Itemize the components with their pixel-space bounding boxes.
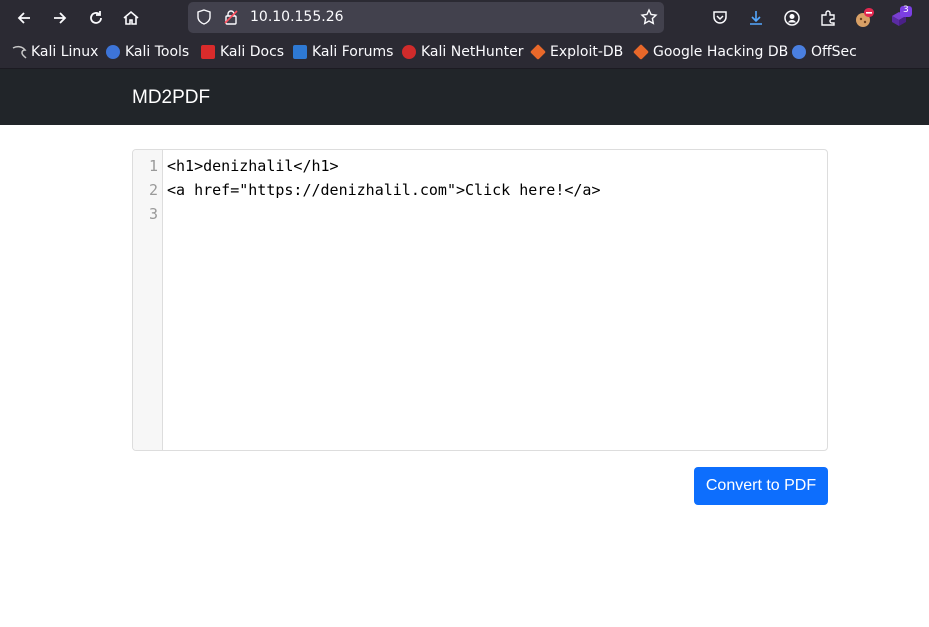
download-icon: [750, 11, 762, 25]
exploit-db-icon: [530, 44, 546, 60]
pocket-icon: [713, 11, 727, 24]
nethunter-icon: [402, 45, 416, 59]
line-number: 2: [148, 181, 158, 199]
url-bar[interactable]: 10.10.155.26: [188, 2, 664, 33]
kali-dragon-icon: [12, 45, 27, 59]
offsec-icon: [792, 45, 806, 59]
reload-button[interactable]: [83, 6, 109, 30]
bookmark-kali-docs[interactable]: Kali Docs: [201, 44, 284, 60]
downloads-button[interactable]: [744, 6, 768, 30]
kali-tools-icon: [106, 45, 120, 59]
cookie-extension-button[interactable]: [852, 6, 876, 30]
markdown-editor[interactable]: 1 2 3 <h1>denizhalil</h1> <a href="https…: [132, 149, 828, 451]
line-number: 3: [148, 205, 158, 223]
pocket-button[interactable]: [708, 6, 732, 30]
bookmark-offsec[interactable]: OffSec: [792, 44, 857, 60]
bookmarks-toolbar: Kali Linux Kali Tools Kali Docs Kali For…: [0, 36, 929, 69]
site-brand[interactable]: MD2PDF: [132, 87, 210, 109]
hack-extension-button[interactable]: 3: [888, 5, 912, 30]
browser-toolbar: 10.10.155.26 3: [0, 0, 929, 36]
forward-button[interactable]: [47, 6, 73, 30]
kali-docs-icon: [201, 45, 215, 59]
bookmark-star-icon[interactable]: [640, 8, 658, 30]
code-line[interactable]: <h1>denizhalil</h1>: [167, 157, 339, 175]
account-button[interactable]: [780, 6, 804, 30]
kali-forums-icon: [293, 45, 307, 59]
bookmark-kali-tools[interactable]: Kali Tools: [106, 44, 189, 60]
ghdb-icon: [633, 44, 649, 60]
code-line[interactable]: <a href="https://denizhalil.com">Click h…: [167, 181, 600, 199]
home-icon: [123, 10, 139, 25]
shield-icon[interactable]: [196, 9, 212, 29]
account-icon: [784, 10, 800, 26]
line-number: 1: [148, 157, 158, 175]
site-navbar: MD2PDF: [0, 69, 929, 125]
arrow-right-icon: [54, 12, 67, 24]
arrow-left-icon: [17, 12, 30, 24]
home-button[interactable]: [118, 6, 144, 30]
bookmark-kali-nethunter[interactable]: Kali NetHunter: [402, 44, 523, 60]
reload-icon: [90, 11, 102, 24]
extension-badge: 3: [903, 5, 909, 15]
line-number-gutter: 1 2 3: [133, 150, 163, 450]
insecure-lock-icon[interactable]: [223, 9, 239, 29]
url-text[interactable]: 10.10.155.26: [250, 9, 344, 25]
extensions-button[interactable]: [816, 6, 840, 30]
bookmark-kali-linux[interactable]: Kali Linux: [12, 44, 98, 60]
bookmark-exploit-db[interactable]: Exploit-DB: [530, 44, 623, 60]
cookie-extension-icon: [856, 8, 874, 27]
bookmark-google-hacking-db[interactable]: Google Hacking DB: [633, 44, 788, 60]
convert-to-pdf-button[interactable]: Convert to PDF: [694, 467, 828, 505]
bookmark-kali-forums[interactable]: Kali Forums: [293, 44, 393, 60]
puzzle-icon: [821, 10, 835, 26]
back-button[interactable]: [11, 6, 37, 30]
